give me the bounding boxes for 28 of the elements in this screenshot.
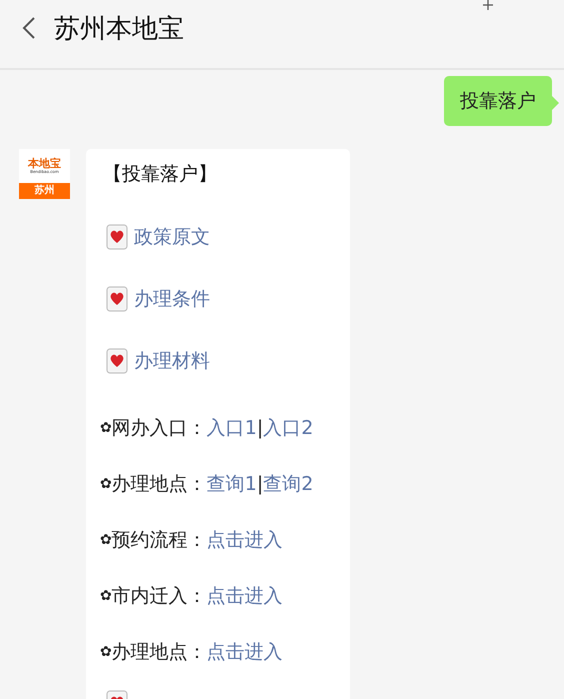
bubble-tail (552, 96, 559, 110)
separator: | (256, 473, 264, 495)
chat-title: 苏州本地宝 (54, 12, 184, 46)
add-icon[interactable] (480, 0, 496, 10)
link[interactable]: 查询2 (263, 471, 314, 497)
separator: | (256, 417, 264, 439)
item-label: 办理地点： (112, 640, 207, 665)
flower-icon: ✿ (100, 476, 112, 492)
item-label: 办理地点： (112, 472, 207, 497)
link[interactable]: 入口2 (263, 415, 314, 441)
flower-icon: ✿ (100, 588, 112, 604)
flower-icon: ✿ (100, 644, 112, 660)
link[interactable]: 入口1 (206, 415, 257, 441)
link[interactable]: 点击进入 (206, 583, 283, 609)
message-heading: 【投靠落户】 (103, 162, 218, 187)
item-label: 预约流程： (112, 528, 207, 553)
link[interactable]: 政策原文 (134, 224, 210, 250)
item-label: 市内迁入： (112, 584, 207, 609)
flower-icon: ✿ (100, 532, 112, 548)
item-label: 网办入口： (112, 416, 207, 441)
link[interactable]: 点击进入 (206, 527, 283, 553)
flower-icon: ✿ (100, 420, 112, 436)
message-bubble: 投靠落户 (444, 76, 552, 126)
link[interactable]: 查询1 (206, 471, 257, 497)
link[interactable]: 办理材料 (134, 348, 210, 374)
link[interactable]: 办理条件 (134, 286, 210, 312)
back-icon[interactable] (22, 16, 36, 40)
link[interactable]: 点击进入 (206, 639, 283, 665)
